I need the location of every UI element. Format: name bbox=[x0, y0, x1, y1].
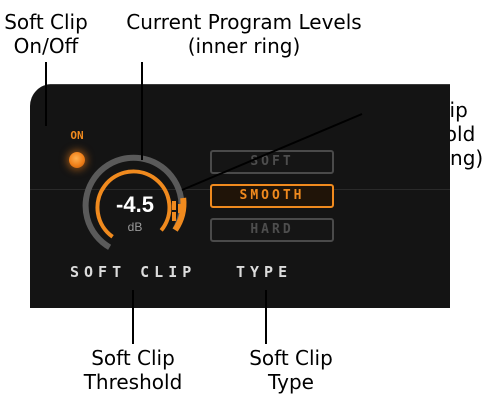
meter-segment-1 bbox=[172, 201, 176, 210]
knob-unit: dB bbox=[127, 220, 143, 234]
callout-soft-clip-onoff: Soft Clip On/Off bbox=[4, 10, 88, 58]
meter-segment-3 bbox=[178, 204, 182, 213]
callout-soft-clip-threshold: Soft Clip Threshold bbox=[83, 346, 183, 394]
callout-soft-clip-type: Soft Clip Type bbox=[249, 346, 333, 394]
soft-clip-label: SOFT CLIP bbox=[70, 263, 197, 281]
knob-value: -4.5 bbox=[116, 192, 154, 217]
type-label: TYPE bbox=[236, 263, 293, 281]
meter-segment-2 bbox=[172, 212, 176, 221]
soft-clip-on-label: ON bbox=[70, 129, 84, 142]
callout-program-levels: Current Program Levels (inner ring) bbox=[126, 10, 362, 58]
panel-top-divider bbox=[50, 84, 450, 85]
type-button-hard[interactable]: HARD bbox=[210, 218, 334, 242]
type-button-soft[interactable]: SOFT bbox=[210, 150, 334, 174]
type-button-smooth[interactable]: SMOOTH bbox=[210, 184, 334, 208]
